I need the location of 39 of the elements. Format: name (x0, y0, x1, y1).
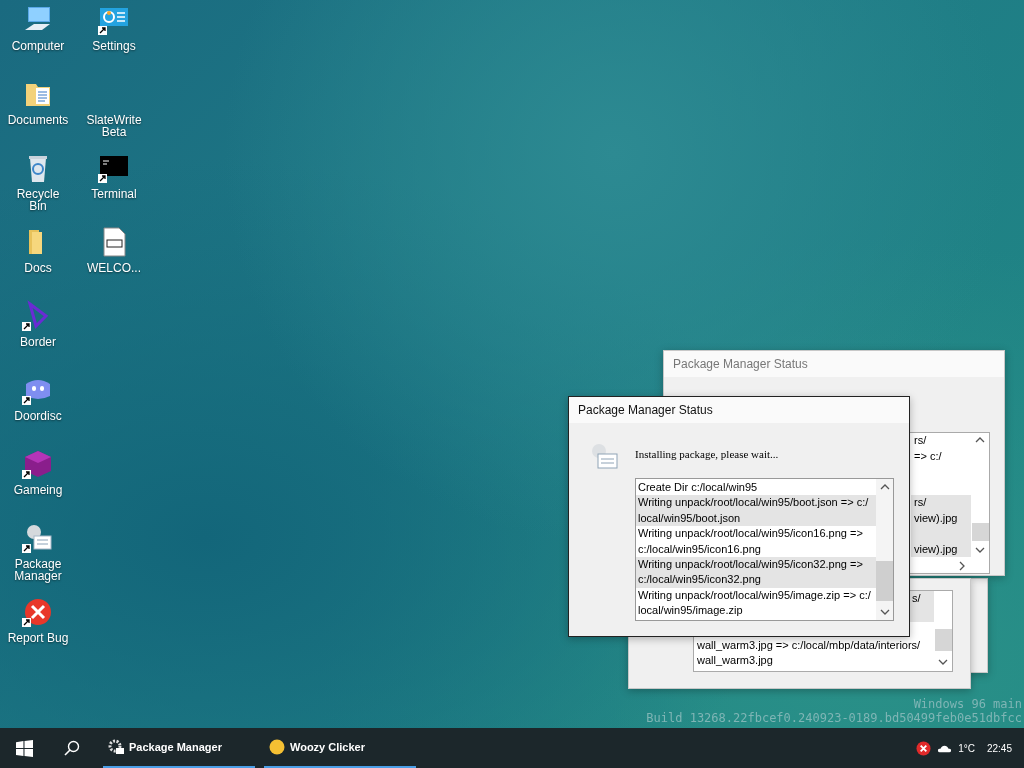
log-line: Writing unpack/root/local/win95/image.zip => c:/ (638, 587, 872, 603)
temperature[interactable]: 1°C (958, 742, 975, 754)
icon-label[interactable]: SlateWrite Beta (83, 114, 145, 138)
icon-label[interactable]: Package Manager (7, 558, 69, 582)
log-line: rs/ (913, 433, 928, 448)
list-row[interactable]: Writing unpack/root/local/win95/icon16.png => c:/local/win95/icon16.png (636, 526, 876, 558)
list-row[interactable]: Writing unpack/root/local/win95/image.zip => c:/ local/win95/image.zip (636, 587, 876, 619)
build-info-text: Windows 96 main (913, 697, 1022, 711)
icon-label[interactable]: Documents (7, 114, 69, 126)
log-line: local/win95/image.zip (638, 603, 744, 619)
icon-label[interactable]: Computer (7, 40, 69, 52)
status-message: Installing package, please wait... (635, 448, 780, 462)
icon-label[interactable]: Gameing (7, 484, 69, 496)
log-line: => c:/ (913, 448, 943, 464)
icon-label[interactable]: Settings (83, 40, 145, 52)
log-line: Writing unpack/root/local/win95/icon32.png => (638, 557, 864, 573)
log-line: Writing unpack/root/local/win95/icon16.png => (638, 526, 864, 542)
log-line: c:/local/win95/icon16.png (638, 541, 762, 557)
log-line: wall_warm3.jpg (696, 653, 774, 668)
taskbar-button[interactable]: Woozy Clicker (264, 728, 416, 768)
build-info-text: Build 13268.22fbcef0.240923-0189.bd50499feb0e51dbfcc (646, 711, 1022, 725)
window-title: Package Manager Status (569, 397, 909, 423)
icon-label[interactable]: WELCO... (83, 262, 145, 274)
log-line: local/win95/boot.json (638, 510, 742, 526)
window-title: Package Manager Status (664, 351, 1004, 377)
log-line: Writing unpack/root/local/win95/boot.json => c:/ (638, 495, 870, 511)
log-line: wall_warm3.jpg => c:/local/mbp/data/interiors/ (696, 637, 922, 653)
list-row[interactable]: Writing unpack/root/local/win95/icon32.png => c:/local/win95/icon32.png (636, 557, 876, 588)
icon-label[interactable]: Doordisc (7, 410, 69, 422)
icon-label[interactable]: Recycle Bin (7, 188, 69, 212)
icon-label[interactable]: Docs (7, 262, 69, 274)
clock[interactable]: 22:45 (986, 742, 1012, 754)
taskbar-button[interactable]: Package Manager (103, 728, 255, 768)
list-row[interactable]: Create Dir c:/local/win95 (636, 480, 876, 496)
icon-label[interactable]: Terminal (83, 188, 145, 200)
list-row[interactable]: Writing unpack/root/local/win95/boot.json => c:/ local/win95/boot.json (636, 495, 876, 527)
icon-label[interactable]: Report Bug (7, 632, 69, 644)
icon-label[interactable]: Border (7, 336, 69, 348)
log-line: c:/local/win95/icon32.png (638, 572, 762, 588)
